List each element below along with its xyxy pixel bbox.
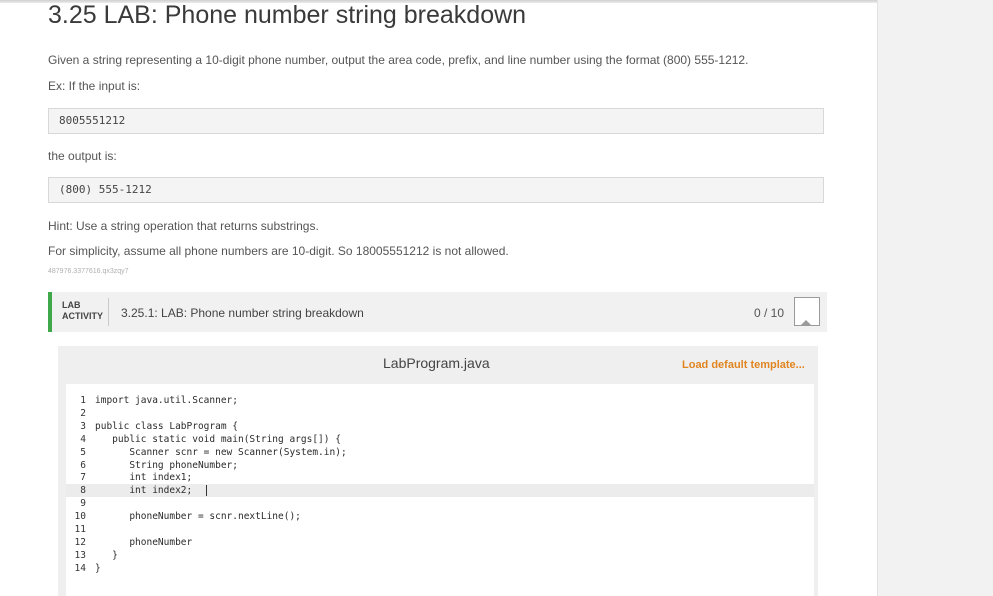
line-number: 7 bbox=[80, 472, 86, 484]
code-text[interactable]: phoneNumber bbox=[95, 536, 192, 549]
example-intro: Ex: If the input is: bbox=[48, 79, 141, 93]
code-line[interactable]: 3 public class LabProgram { bbox=[66, 420, 814, 433]
simplicity-note: For simplicity, assume all phone numbers… bbox=[48, 244, 509, 258]
code-text[interactable]: int index2; bbox=[95, 484, 192, 497]
code-line[interactable]: 10 phoneNumber = scnr.nextLine(); bbox=[66, 510, 814, 523]
lab-tag-line2: ACTIVITY bbox=[62, 311, 104, 321]
code-line[interactable]: 8 int index2; bbox=[66, 484, 814, 498]
line-number: 4 bbox=[80, 433, 86, 445]
line-number: 12 bbox=[74, 536, 86, 548]
code-text[interactable]: String phoneNumber; bbox=[95, 459, 238, 472]
score-text: 0 / 10 bbox=[754, 306, 785, 320]
code-text[interactable]: public static void main(String args[]) { bbox=[95, 433, 341, 446]
activity-id: 487976.3377616.qx3zqy7 bbox=[48, 268, 129, 275]
code-text[interactable]: } bbox=[95, 562, 101, 575]
completion-badge-icon bbox=[794, 297, 820, 326]
right-side-panel bbox=[877, 0, 993, 596]
lab-activity-tag: LAB ACTIVITY bbox=[62, 300, 103, 322]
line-number: 1 bbox=[80, 395, 86, 406]
line-number: 13 bbox=[74, 549, 86, 561]
lab-divider bbox=[108, 298, 109, 326]
line-number: 10 bbox=[74, 511, 86, 523]
text-cursor bbox=[206, 485, 207, 497]
code-text[interactable]: int index1; bbox=[95, 471, 192, 484]
line-number: 5 bbox=[80, 446, 86, 458]
file-name: LabProgram.java bbox=[383, 355, 490, 371]
code-line[interactable]: 4 public static void main(String args[])… bbox=[66, 433, 814, 446]
code-line[interactable]: 1 import java.util.Scanner; bbox=[66, 394, 814, 407]
line-number: 6 bbox=[80, 459, 86, 471]
code-line[interactable]: 7 int index1; bbox=[66, 471, 814, 484]
code-line[interactable]: 11 bbox=[66, 523, 814, 536]
code-text[interactable]: phoneNumber = scnr.nextLine(); bbox=[95, 510, 301, 523]
example-output-box: (800) 555-1212 bbox=[48, 177, 824, 203]
line-number: 2 bbox=[80, 407, 86, 419]
line-number: 8 bbox=[80, 485, 86, 497]
lab-activity-title: 3.25.1: LAB: Phone number string breakdo… bbox=[121, 306, 364, 320]
code-text[interactable]: Scanner scnr = new Scanner(System.in); bbox=[95, 446, 346, 459]
editor-panel: LabProgram.java Load default template...… bbox=[58, 346, 818, 596]
line-number: 3 bbox=[80, 420, 86, 432]
code-text[interactable]: } bbox=[95, 549, 118, 562]
line-number: 11 bbox=[74, 524, 86, 535]
code-line[interactable]: 14} bbox=[66, 562, 814, 575]
code-line[interactable]: 2 bbox=[66, 407, 814, 420]
page-title: 3.25 LAB: Phone number string breakdown bbox=[48, 1, 527, 29]
line-number: 9 bbox=[80, 498, 86, 510]
output-intro: the output is: bbox=[48, 149, 117, 163]
code-line[interactable]: 6 String phoneNumber; bbox=[66, 459, 814, 472]
load-default-template-link[interactable]: Load default template... bbox=[682, 359, 805, 371]
line-number: 14 bbox=[74, 562, 86, 574]
code-text[interactable]: import java.util.Scanner; bbox=[95, 394, 238, 407]
lab-tag-line1: LAB bbox=[62, 300, 81, 310]
code-line[interactable]: 13 } bbox=[66, 549, 814, 562]
code-line[interactable]: 12 phoneNumber bbox=[66, 536, 814, 549]
hint-text: Hint: Use a string operation that return… bbox=[48, 219, 319, 233]
lab-activity-header: LAB ACTIVITY 3.25.1: LAB: Phone number s… bbox=[48, 292, 827, 332]
problem-description: Given a string representing a 10-digit p… bbox=[48, 53, 749, 67]
code-editor[interactable]: 1 import java.util.Scanner; 2 3 public class… bbox=[66, 384, 814, 596]
code-line[interactable]: 9 bbox=[66, 497, 814, 510]
code-text[interactable]: public class LabProgram { bbox=[95, 420, 238, 433]
code-line[interactable]: 5 Scanner scnr = new Scanner(System.in); bbox=[66, 446, 814, 459]
example-input-box: 8005551212 bbox=[48, 108, 824, 134]
